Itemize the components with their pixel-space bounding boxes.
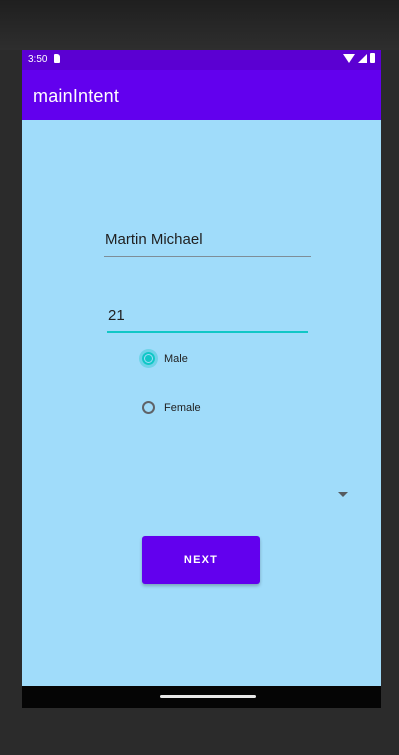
battery-icon xyxy=(370,53,375,63)
app-bar: mainIntent xyxy=(22,70,381,120)
radio-male[interactable]: Male xyxy=(142,352,188,365)
dropdown-arrow-icon[interactable] xyxy=(338,492,348,497)
home-indicator[interactable] xyxy=(160,695,256,698)
radio-checked-icon[interactable] xyxy=(142,352,155,365)
name-input-value: Martin Michael xyxy=(105,231,203,248)
status-time: 3:50 xyxy=(28,54,48,65)
age-input[interactable]: 21 xyxy=(107,302,308,333)
status-icons xyxy=(343,53,375,63)
status-bar: 3:50 xyxy=(22,50,381,70)
radio-dot xyxy=(145,355,152,362)
radio-male-label[interactable]: Male xyxy=(164,353,188,365)
radio-female[interactable]: Female xyxy=(142,401,201,414)
next-button[interactable]: NEXT xyxy=(142,536,260,584)
radio-unchecked-icon[interactable] xyxy=(142,401,155,414)
sd-card-icon xyxy=(54,54,60,63)
signal-icon xyxy=(358,53,367,63)
device-frame: 3:50 mainIntent Martin Michael 21 Male F… xyxy=(0,0,399,755)
app-screen: 3:50 mainIntent Martin Michael 21 Male F… xyxy=(22,50,381,686)
age-input-value: 21 xyxy=(108,307,125,324)
device-bezel-top xyxy=(0,0,399,50)
name-input[interactable]: Martin Michael xyxy=(104,226,311,257)
navigation-bar xyxy=(22,686,381,708)
wifi-icon xyxy=(343,53,355,63)
radio-female-label[interactable]: Female xyxy=(164,402,201,414)
app-title: mainIntent xyxy=(33,86,120,106)
